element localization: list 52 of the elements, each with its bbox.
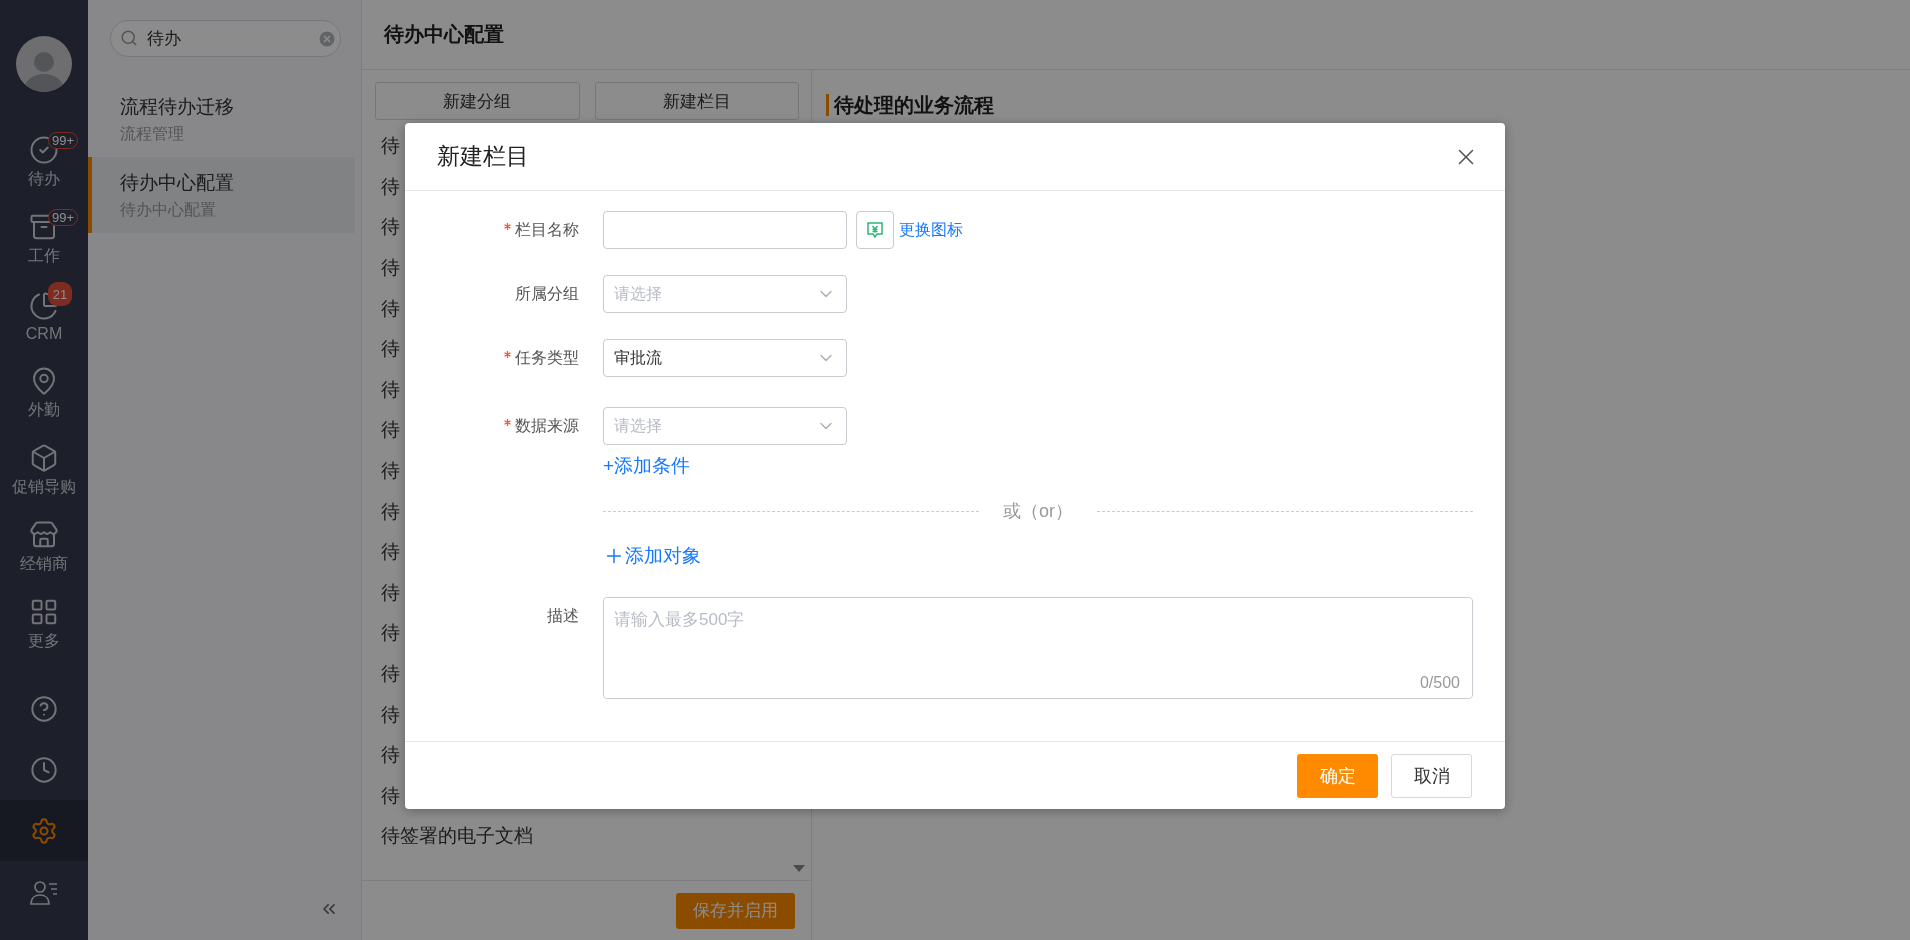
select-field[interactable]: 审批流 [603, 339, 847, 377]
nav-label: 工作 [28, 246, 60, 266]
clock-icon [30, 755, 58, 784]
toolbar-button[interactable]: 新建栏目 [594, 82, 799, 120]
field-label: 任务类型 [405, 339, 591, 377]
nav-label: 经销商 [20, 554, 68, 574]
yuan-note-icon [865, 220, 885, 240]
nav-label: 促销导购 [12, 477, 76, 497]
icon-picker-button[interactable] [856, 211, 894, 249]
nav-label: CRM [25, 324, 63, 343]
nav-item[interactable]: 经销商 [0, 509, 88, 586]
search-field[interactable]: 待办 [110, 20, 341, 57]
nav-item[interactable]: 外勤 [0, 355, 88, 432]
grid-icon [29, 597, 59, 627]
page-title: 待办中心配置 [384, 22, 504, 47]
avatar[interactable] [16, 36, 72, 92]
nav-label: 待办 [28, 169, 60, 189]
nav-item[interactable]: 更多 [0, 586, 88, 663]
help-icon [30, 694, 58, 723]
nav-label: 外勤 [28, 400, 60, 420]
input-field[interactable] [603, 211, 847, 249]
cancel-button[interactable]: 取消 [1391, 753, 1472, 798]
nav-label: 更多 [28, 631, 60, 651]
nav-item[interactable]: 工作 99+ [0, 201, 88, 278]
or-separator: 或（or） [1002, 500, 1074, 523]
settings-icon [30, 816, 58, 845]
tool-button[interactable] [0, 800, 88, 861]
count-badge: 99+ [48, 209, 79, 226]
nav-item[interactable]: CRM 21 [0, 278, 88, 355]
add-condition-link[interactable]: +添加条件 [603, 453, 691, 479]
change-icon-link[interactable]: 更换图标 [899, 211, 963, 249]
search-icon [120, 29, 138, 47]
scroll-down-icon[interactable] [793, 865, 805, 872]
count-badge: 21 [48, 282, 72, 306]
toolbar-button[interactable]: 新建分组 [375, 82, 580, 120]
field-label: 栏目名称 [405, 211, 591, 249]
nav-item[interactable]: 待办 99+ [0, 124, 88, 201]
cube-icon [29, 443, 59, 473]
nav-item[interactable]: 促销导购 [0, 432, 88, 509]
result-title: 待办中心配置 [120, 170, 235, 195]
add-object-link[interactable]: 添加对象 [603, 543, 701, 569]
dialog-title: 新建栏目 [437, 142, 529, 171]
field-label: 所属分组 [514, 284, 580, 304]
field-label: 描述 [546, 606, 580, 626]
field-label: 数据来源 [405, 407, 591, 445]
section-title: 待处理的业务流程 [826, 94, 1896, 116]
result-title: 流程待办迁移 [120, 94, 235, 119]
store-icon [29, 520, 59, 550]
char-counter: 0/500 [1419, 674, 1460, 692]
count-badge: 99+ [48, 132, 79, 149]
description-field[interactable]: 请输入最多500字 0/500 [603, 597, 1473, 699]
list-item[interactable]: 待签署的电子文档 [381, 816, 811, 857]
